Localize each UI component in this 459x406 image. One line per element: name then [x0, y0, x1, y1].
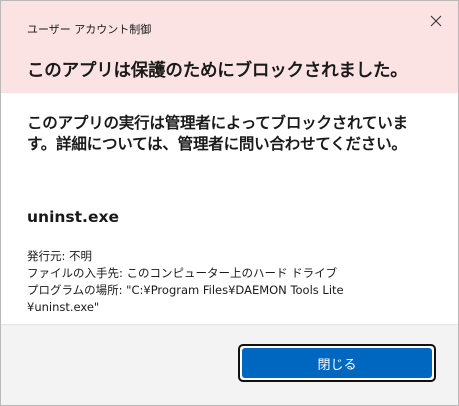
location-line-cont: ¥uninst.exe": [27, 300, 100, 314]
dialog-footer: 閉じる: [1, 324, 458, 405]
publisher-line: 発行元: 不明: [27, 249, 93, 263]
window-title: ユーザー アカウント制御: [27, 23, 152, 36]
dialog-header: ユーザー アカウント制御 このアプリは保護のためにブロックされました。: [1, 1, 458, 93]
uac-dialog: ユーザー アカウント制御 このアプリは保護のためにブロックされました。 このアプ…: [0, 0, 459, 406]
close-button[interactable]: 閉じる: [238, 344, 436, 382]
block-message: このアプリの実行は管理者によってブロックされています。詳細については、管理者に問…: [27, 114, 408, 153]
headline: このアプリは保護のためにブロックされました。: [27, 61, 408, 81]
location-line: プログラムの場所: "C:¥Program Files¥DAEMON Tools…: [27, 283, 344, 297]
file-name: uninst.exe: [27, 208, 119, 226]
details: 発行元: 不明 ファイルの入手先: このコンピューター上のハード ドライブ プロ…: [27, 248, 437, 316]
close-button-label: 閉じる: [242, 348, 432, 378]
source-line: ファイルの入手先: このコンピューター上のハード ドライブ: [27, 266, 338, 280]
close-icon[interactable]: [422, 7, 450, 35]
